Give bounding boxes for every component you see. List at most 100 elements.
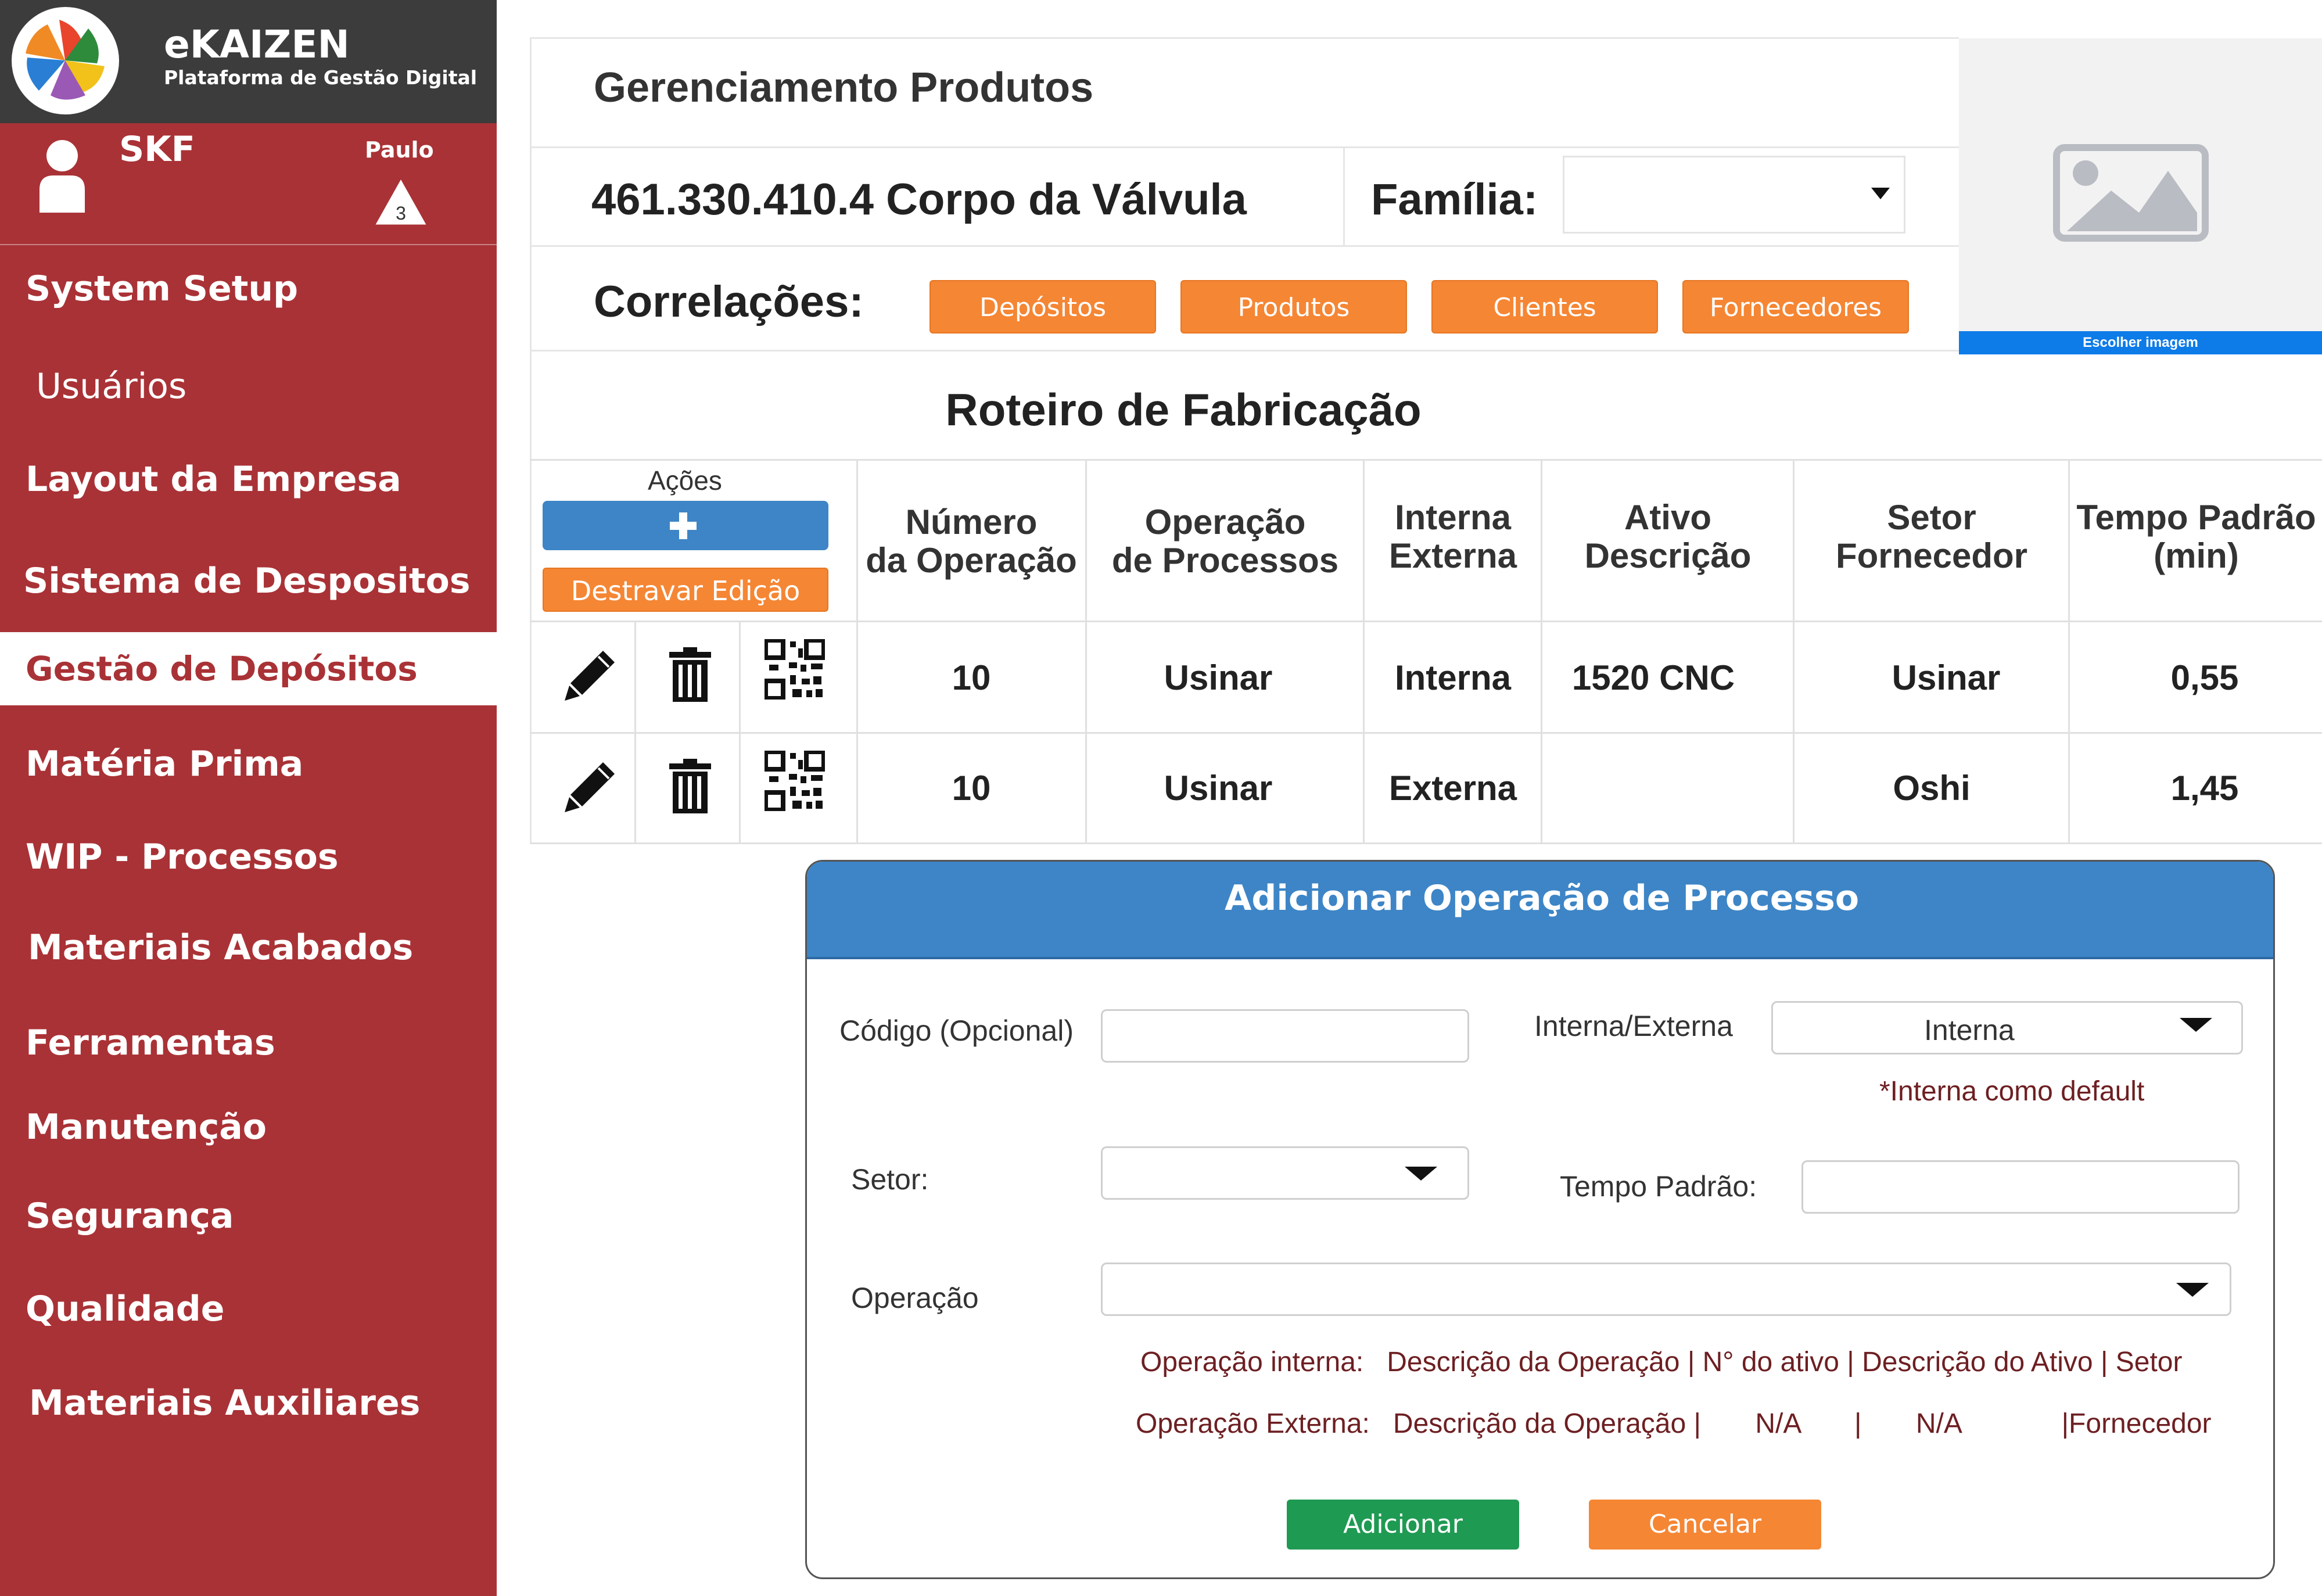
modal-title: Adicionar Operação de Processo [1224, 878, 1860, 919]
column-header-interna-externa: Interna Externa [1388, 498, 1517, 575]
divider [530, 245, 1959, 247]
choose-image-button[interactable]: Escolher imagem [1959, 331, 2322, 354]
table-border [1793, 459, 1795, 842]
page-title: Gerenciamento Produtos [594, 64, 1094, 111]
app-logo [12, 7, 119, 114]
divider [530, 37, 532, 842]
column-header-tempo: Tempo Padrão (min) [2076, 498, 2316, 575]
trash-icon[interactable] [663, 646, 717, 704]
sidebar-item-system-setup[interactable]: System Setup [0, 268, 497, 309]
chevron-down-icon [2180, 1018, 2212, 1032]
fornecedores-button[interactable]: Fornecedores [1682, 280, 1909, 333]
user-avatar-icon[interactable] [36, 138, 88, 214]
edit-icon[interactable] [561, 758, 619, 816]
table-border [530, 732, 2322, 734]
operacao-interna-note: Operação interna: Descrição da Operação … [1140, 1347, 2183, 1378]
chevron-down-icon [1871, 188, 1890, 199]
row-1-tempo: 0,55 [2170, 658, 2239, 697]
tempo-padrao-label: Tempo Padrão: [1560, 1170, 1757, 1203]
sidebar-item-sistema-depositos[interactable]: Sistema de Despositos [0, 561, 497, 601]
add-row-button[interactable] [543, 501, 828, 550]
row-2-operacao: Usinar [1164, 769, 1273, 808]
column-header-numero: Número da Operação [866, 503, 1077, 580]
depositos-button[interactable]: Depósitos [929, 280, 1156, 333]
adicionar-button[interactable]: Adicionar [1287, 1500, 1519, 1550]
sidebar-item-manutencao[interactable]: Manutenção [0, 1107, 497, 1147]
trash-icon[interactable] [663, 758, 717, 816]
divider [1343, 146, 1345, 245]
sidebar-item-seguranca[interactable]: Segurança [0, 1196, 497, 1236]
sidebar-item-gestao-depositos[interactable]: Gestão de Depósitos [0, 632, 497, 705]
acoes-label: Ações [648, 465, 722, 496]
codigo-input[interactable] [1101, 1009, 1469, 1063]
user-level: 3 [396, 203, 406, 224]
sidebar-item-usuarios[interactable]: Usuários [0, 366, 497, 407]
unlock-edit-button[interactable]: Destravar Edição [543, 568, 828, 612]
image-placeholder-icon [2053, 144, 2209, 242]
produtos-button[interactable]: Produtos [1180, 280, 1407, 333]
operacao-label: Operação [851, 1282, 979, 1314]
interna-externa-label: Interna/Externa [1534, 1010, 1733, 1042]
edit-icon[interactable] [561, 646, 619, 704]
table-border [530, 842, 2322, 844]
table-border [1085, 459, 1087, 842]
table-border [634, 621, 636, 842]
row-1-ativo: 1520 CNC [1571, 658, 1735, 697]
table-border [739, 621, 741, 842]
clientes-button[interactable]: Clientes [1431, 280, 1658, 333]
row-2-numero: 10 [952, 769, 991, 808]
setor-label: Setor: [851, 1163, 929, 1196]
operacao-select[interactable] [1101, 1263, 2231, 1316]
plus-icon [670, 512, 697, 539]
row-2-tempo: 1,45 [2170, 769, 2239, 808]
correlacoes-label: Correlações: [594, 277, 864, 327]
table-border [530, 459, 2322, 461]
sidebar-item-ferramentas[interactable]: Ferramentas [0, 1023, 497, 1063]
column-header-setor: Setor Fornecedor [1835, 498, 2028, 575]
user-name: Paulo [365, 137, 434, 163]
interna-externa-value: Interna [1924, 1014, 2015, 1046]
row-1-numero: 10 [952, 658, 991, 697]
tempo-padrao-input[interactable] [1801, 1160, 2240, 1214]
codigo-label: Código (Opcional) [839, 1014, 1074, 1047]
table-border [530, 621, 2322, 622]
user-level-badge: 3 [372, 175, 430, 228]
add-operation-modal: Adicionar Operação de Processo Código (O… [805, 860, 2275, 1579]
sidebar-item-qualidade[interactable]: Qualidade [0, 1289, 497, 1329]
sidebar-item-wip-processos[interactable]: WIP - Processos [0, 837, 497, 877]
interna-default-note: *Interna como default [1879, 1076, 2145, 1107]
row-2-interna-externa: Externa [1388, 769, 1517, 808]
company-name: SKF [119, 129, 195, 170]
familia-label: Família: [1371, 175, 1538, 224]
app-subtitle: Plataforma de Gestão Digital [164, 66, 478, 89]
row-2-setor: Oshi [1893, 769, 1971, 808]
row-1-interna-externa: Interna [1394, 658, 1512, 697]
qr-code-icon[interactable] [763, 749, 826, 812]
column-header-ativo: Ativo Descrição [1584, 498, 1752, 575]
interna-externa-select[interactable]: Interna [1771, 1001, 2243, 1055]
divider [530, 37, 1959, 39]
product-title: 461.330.410.4 Corpo da Válvula [591, 175, 1247, 224]
cancelar-button[interactable]: Cancelar [1589, 1500, 1821, 1550]
setor-select[interactable] [1101, 1146, 1469, 1200]
sidebar-item-materiais-auxiliares[interactable]: Materiais Auxiliares [0, 1383, 497, 1423]
table-border [2068, 459, 2070, 842]
table-border [1541, 459, 1542, 842]
row-1-operacao: Usinar [1164, 658, 1273, 697]
table-border [1363, 459, 1365, 842]
product-image-placeholder[interactable] [1959, 38, 2322, 354]
operacao-externa-note: Operação Externa: Descrição da Operação … [1136, 1408, 2212, 1439]
row-1-setor: Usinar [1892, 658, 2001, 697]
divider [530, 146, 1959, 148]
chevron-down-icon [2176, 1283, 2209, 1297]
sidebar-item-materiais-acabados[interactable]: Materiais Acabados [0, 927, 497, 968]
app-title: eKAIZEN [164, 22, 350, 67]
familia-select[interactable] [1563, 156, 1905, 234]
sidebar-item-materia-prima[interactable]: Matéria Prima [0, 744, 497, 784]
routing-title: Roteiro de Fabricação [945, 384, 1422, 435]
divider [530, 350, 1959, 352]
chevron-down-icon [1405, 1167, 1437, 1181]
qr-code-icon[interactable] [763, 638, 826, 701]
sidebar-item-layout-empresa[interactable]: Layout da Empresa [0, 459, 497, 500]
table-border [856, 459, 858, 842]
